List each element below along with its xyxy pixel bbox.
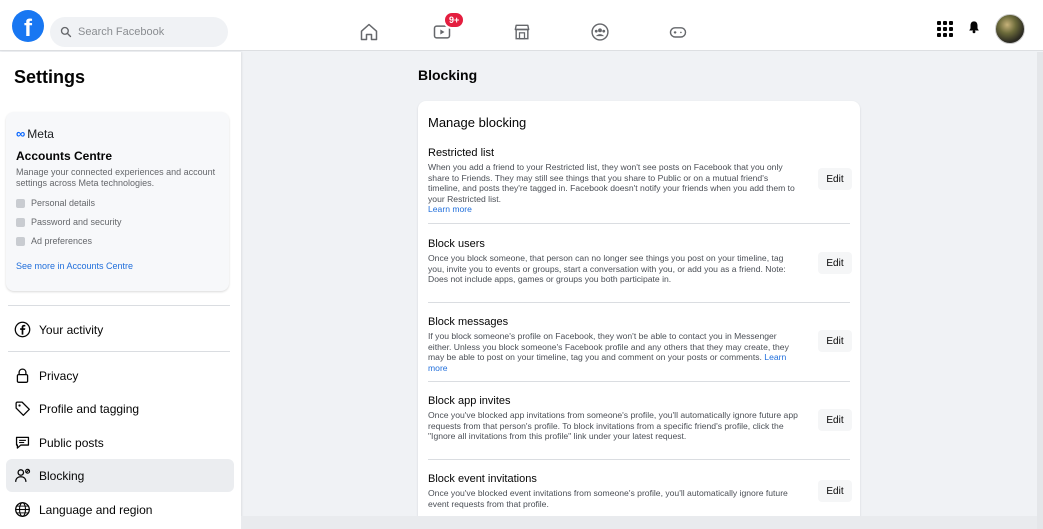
learn-more-link[interactable]: Learn more — [428, 204, 472, 214]
public-posts-icon — [15, 436, 30, 449]
globe-icon — [15, 502, 30, 517]
section-block-app-invites: Block app invites Once you've blocked ap… — [428, 395, 850, 442]
search-box[interactable] — [50, 17, 228, 47]
sidebar-item-your-activity[interactable]: Your activity — [6, 313, 234, 346]
section-title: Block app invites — [428, 395, 511, 407]
edit-block-event-invitations-button[interactable]: Edit — [818, 480, 852, 502]
search-input[interactable] — [78, 26, 218, 38]
sidebar-item-blocking[interactable]: Blocking — [6, 459, 234, 492]
bottom-area — [241, 516, 1037, 529]
notifications-bell-icon[interactable] — [967, 20, 981, 39]
meta-logo: ∞ Meta — [16, 126, 54, 141]
sidebar-item-profile-and-tagging[interactable]: Profile and tagging — [6, 392, 234, 425]
sidebar-divider — [8, 351, 230, 352]
card-title: Manage blocking — [428, 115, 527, 130]
sidebar-divider — [8, 305, 230, 306]
tag-icon — [15, 401, 30, 416]
settings-sidebar: Settings ∞ Meta Accounts Centre Manage y… — [0, 52, 241, 529]
section-restricted-list: Restricted list When you add a friend to… — [428, 147, 850, 215]
section-title: Block users — [428, 238, 485, 250]
accounts-centre-card[interactable]: ∞ Meta Accounts Centre Manage your conne… — [6, 112, 229, 291]
sidebar-item-language-and-region[interactable]: Language and region — [6, 493, 234, 526]
edit-block-messages-button[interactable]: Edit — [818, 330, 852, 352]
profile-avatar[interactable] — [995, 14, 1025, 44]
search-icon — [60, 26, 72, 38]
facebook-logo[interactable]: f — [12, 10, 44, 42]
menu-grid-icon[interactable] — [937, 21, 953, 37]
settings-title: Settings — [14, 67, 86, 87]
section-description: Once you've blocked event invitations fr… — [428, 488, 788, 509]
section-description: Once you block someone, that person can … — [428, 253, 786, 285]
video-icon[interactable]: 9+ — [430, 11, 466, 44]
video-notification-badge: 9+ — [443, 11, 466, 29]
accounts-centre-item-password-security[interactable]: Password and security — [16, 217, 219, 227]
blocking-icon — [15, 468, 31, 482]
meta-infinity-icon: ∞ — [16, 126, 26, 141]
id-card-icon — [16, 198, 25, 208]
edit-restricted-list-button[interactable]: Edit — [818, 168, 852, 190]
section-block-event-invitations: Block event invitations Once you've bloc… — [428, 473, 850, 509]
section-divider — [428, 459, 850, 460]
section-block-messages: Block messages If you block someone's pr… — [428, 316, 850, 373]
page-scrollbar[interactable] — [1037, 52, 1043, 529]
see-more-accounts-centre-link[interactable]: See more in Accounts Centre — [16, 261, 219, 271]
section-block-users: Block users Once you block someone, that… — [428, 238, 850, 285]
accounts-centre-item-personal-details[interactable]: Personal details — [16, 198, 219, 208]
section-divider — [428, 223, 850, 224]
section-title: Block messages — [428, 316, 509, 328]
accounts-centre-description: Manage your connected experiences and ac… — [16, 167, 216, 188]
section-title: Restricted list — [428, 147, 495, 159]
section-description: When you add a friend to your Restricted… — [428, 162, 795, 204]
accounts-centre-title: Accounts Centre — [16, 149, 113, 163]
gaming-icon[interactable] — [666, 20, 690, 44]
edit-block-users-button[interactable]: Edit — [818, 252, 852, 274]
facebook-circle-icon — [14, 321, 31, 338]
manage-blocking-card: Manage blocking Restricted list When you… — [418, 101, 860, 529]
section-description: If you block someone's profile on Facebo… — [428, 331, 789, 363]
lock-icon — [16, 368, 29, 383]
section-divider — [428, 381, 850, 382]
section-description: Once you've blocked app invitations from… — [428, 410, 798, 442]
marketplace-icon[interactable] — [510, 20, 534, 44]
shield-icon — [16, 217, 25, 227]
section-divider — [428, 302, 850, 303]
page-title: Blocking — [418, 67, 478, 83]
accounts-centre-item-ad-preferences[interactable]: Ad preferences — [16, 236, 219, 246]
top-navigation-bar: f 9+ — [0, 0, 1043, 51]
sidebar-item-public-posts[interactable]: Public posts — [6, 426, 234, 459]
edit-block-app-invites-button[interactable]: Edit — [818, 409, 852, 431]
home-icon[interactable] — [357, 20, 381, 44]
section-title: Block event invitations — [428, 473, 537, 485]
groups-icon[interactable] — [588, 20, 612, 44]
sidebar-item-privacy[interactable]: Privacy — [6, 359, 234, 392]
ad-icon — [16, 236, 25, 246]
